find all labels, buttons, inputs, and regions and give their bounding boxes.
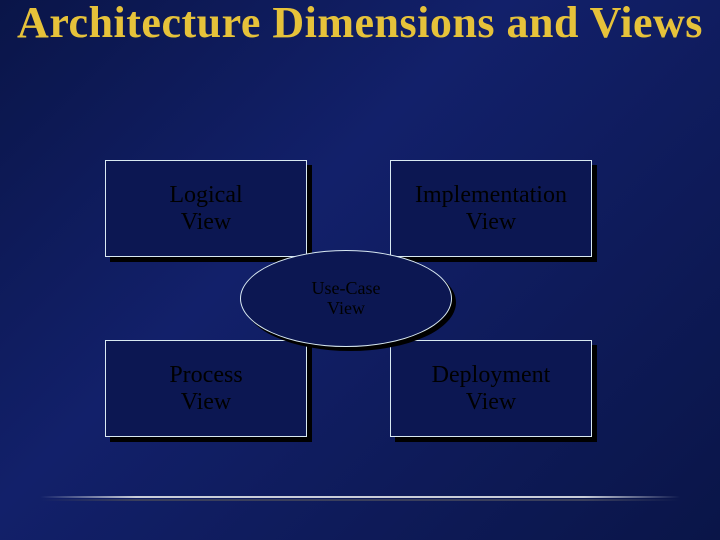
box-label: ProcessView	[169, 362, 242, 415]
box-process-view: ProcessView	[105, 340, 307, 437]
box-label: ImplementationView	[415, 182, 567, 235]
slide: Architecture Dimensions and Views Logica…	[0, 0, 720, 540]
box-logical-view: LogicalView	[105, 160, 307, 257]
box-label: LogicalView	[169, 182, 242, 235]
box-label: DeploymentView	[432, 362, 551, 415]
title-line-1: Architecture Dimensions	[17, 0, 495, 47]
ellipse-use-case-view: Use-CaseView	[240, 250, 452, 347]
box-deployment-view: DeploymentView	[390, 340, 592, 437]
slide-title: Architecture Dimensions and Views	[0, 0, 720, 46]
ellipse-label: Use-CaseView	[312, 279, 381, 319]
box-implementation-view: ImplementationView	[390, 160, 592, 257]
decorative-underline	[40, 496, 680, 498]
title-line-2: and Views	[506, 0, 702, 47]
